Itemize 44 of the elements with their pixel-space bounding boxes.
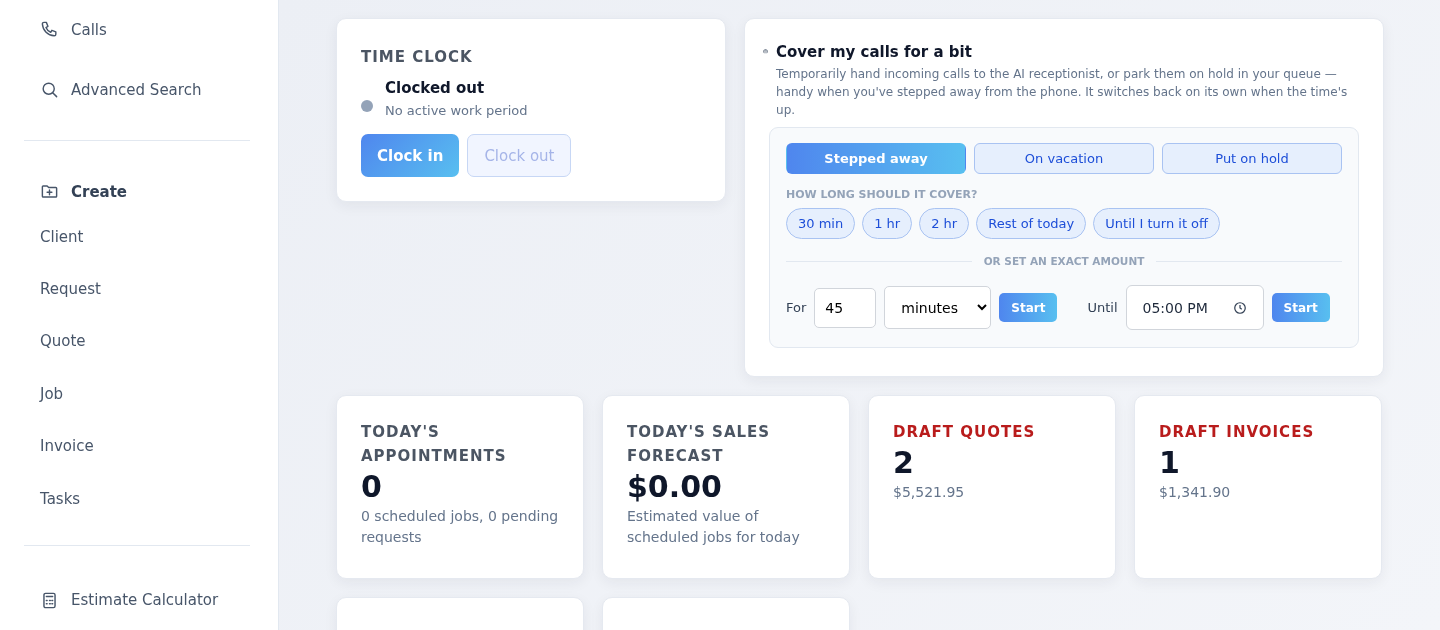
stat-detail: Estimated value of scheduled jobs for today: [627, 507, 801, 547]
stat-title: TODAY'S SALES FORECAST: [627, 422, 772, 467]
duration-chip[interactable]: Until I turn it off: [1093, 208, 1221, 239]
sidebar-item[interactable]: Estimate Calculator: [24, 570, 250, 630]
stat-title: DRAFT INVOICES: [1159, 422, 1316, 443]
duration-chip[interactable]: 1 hr: [862, 208, 913, 239]
stat-title: TODAY'S APPOINTMENTS: [361, 422, 508, 467]
unit-select[interactable]: minutes: [884, 286, 992, 329]
stat-value: $0.00: [627, 468, 723, 506]
stat-detail: 0 scheduled jobs, 0 pending requests: [361, 507, 559, 547]
card-title: Cover my calls for a bit: [776, 43, 973, 61]
stat-title: DRAFT QUOTES: [893, 422, 1037, 443]
stat-value: 1: [1159, 444, 1181, 482]
sidebar-item[interactable]: Quote: [24, 315, 250, 368]
sidebar-item[interactable]: Tasks: [24, 472, 250, 526]
duration-label: HOW LONG SHOULD IT COVER?: [786, 188, 979, 201]
amount-input[interactable]: 45: [814, 287, 877, 328]
divider-label: OR SET AN EXACT AMOUNT: [983, 255, 1145, 267]
clock-icon: [1232, 300, 1247, 315]
sidebar-item[interactable]: Client: [24, 210, 250, 263]
until-label: Until: [1087, 300, 1118, 315]
sidebar-item[interactable]: Invoice: [24, 420, 250, 473]
search-icon: [40, 80, 59, 100]
time-input[interactable]: 05:00 PM: [1125, 285, 1264, 330]
status-text: Clocked out: [385, 79, 486, 97]
for-label: For: [786, 300, 807, 315]
duration-chip[interactable]: 30 min: [786, 208, 856, 239]
stat-value: 0: [361, 468, 383, 506]
stat-value: 2: [893, 444, 915, 482]
card-title: TIME CLOCK: [361, 47, 474, 68]
status-detail: No active work period: [385, 103, 528, 118]
mode-tab[interactable]: On vacation: [974, 143, 1154, 174]
calculator-icon: [40, 590, 59, 610]
sidebar-item[interactable]: Advanced Search: [24, 59, 250, 120]
stat-detail: $1,341.90: [1159, 483, 1232, 502]
create-label: Create: [71, 182, 128, 201]
duration-chip[interactable]: Rest of today: [976, 208, 1087, 239]
sidebar-item[interactable]: Job: [24, 367, 250, 421]
mode-tab[interactable]: Put on hold: [1162, 143, 1342, 174]
sidebar-item[interactable]: Request: [24, 262, 250, 316]
card-description: Temporarily hand incoming calls to the AI receptionist, or park them on hold in your queue — handy when you've stepped away from the phone. It switches back on its own when the time's up.: [776, 66, 1349, 119]
sidebar-item[interactable]: Calls: [24, 0, 250, 60]
duration-chip[interactable]: 2 hr: [919, 208, 970, 239]
stat-detail: $5,521.95: [893, 483, 966, 502]
